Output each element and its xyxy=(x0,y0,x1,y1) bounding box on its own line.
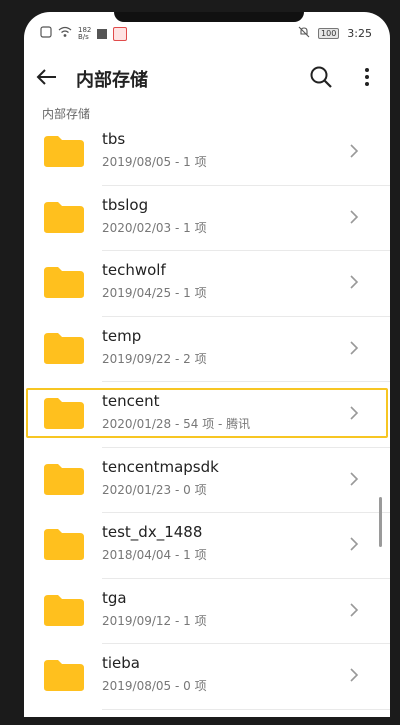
chevron-right-icon xyxy=(348,404,360,422)
clock: 3:25 xyxy=(347,27,372,40)
folder-name: tbs xyxy=(102,130,126,148)
folder-meta: 2019/04/25 - 1 项 xyxy=(102,286,207,300)
list-item[interactable]: temp 2019/09/22 - 2 项 xyxy=(24,317,390,382)
folder-icon xyxy=(42,265,86,299)
folder-icon xyxy=(42,331,86,365)
folder-icon xyxy=(42,200,86,234)
sim-icon xyxy=(40,26,52,41)
list-item[interactable]: tencent 2020/01/28 - 54 项 - 腾讯 xyxy=(24,382,390,448)
folder-name: techwolf xyxy=(102,261,166,279)
folder-meta: 2019/08/05 - 0 项 xyxy=(102,679,207,693)
search-icon[interactable] xyxy=(308,64,334,90)
folder-meta: 2020/01/23 - 0 项 xyxy=(102,482,207,497)
folder-meta: 2019/09/12 - 1 项 xyxy=(102,613,207,628)
folder-icon xyxy=(42,134,86,168)
folder-meta: 2019/09/22 - 2 项 xyxy=(102,351,207,366)
list-item[interactable]: tbslog 2020/02/03 - 1 项 xyxy=(24,186,390,251)
wifi-icon xyxy=(58,26,72,41)
back-arrow-icon[interactable] xyxy=(34,64,60,90)
status-right: 100 3:25 xyxy=(298,26,372,41)
app-notification-icon xyxy=(113,26,128,41)
chevron-right-icon xyxy=(348,339,360,357)
app-bar: 内部存储 xyxy=(24,52,390,104)
folder-meta: 2019/08/05 - 1 项 xyxy=(102,155,207,169)
list-item[interactable]: test_dx_1488 2018/04/04 - 1 项 xyxy=(24,513,390,579)
chevron-right-icon xyxy=(348,273,360,291)
divider xyxy=(102,708,390,710)
scrollbar[interactable] xyxy=(379,497,382,547)
notification-icon xyxy=(97,28,108,39)
list-item[interactable]: tga 2019/09/12 - 1 项 xyxy=(24,579,390,644)
folder-name: tencent xyxy=(102,392,160,410)
network-speed: 182 B/s xyxy=(78,26,91,41)
chevron-right-icon xyxy=(348,535,360,553)
folder-icon xyxy=(42,396,86,430)
list-item[interactable]: tieba 2019/08/05 - 0 项 xyxy=(24,644,390,710)
status-bar: 182 B/s 100 3:25 xyxy=(24,22,390,50)
folder-meta: 2020/01/28 - 54 项 - 腾讯 xyxy=(102,417,251,431)
page-title: 内部存储 xyxy=(76,70,148,91)
folder-icon xyxy=(42,527,86,561)
camera-notch xyxy=(114,12,304,22)
chevron-right-icon xyxy=(348,601,360,619)
list-item[interactable]: tencentmapsdk 2020/01/23 - 0 项 xyxy=(24,448,390,513)
network-speed-unit: B/s xyxy=(78,32,89,41)
folder-name: temp xyxy=(102,326,142,345)
phone-frame: 182 B/s 100 3:25 内部存储 内部存储 tbs 2019/08/0… xyxy=(0,0,400,725)
more-options-icon[interactable] xyxy=(360,66,374,88)
folder-icon xyxy=(42,462,86,496)
folder-name: tbslog xyxy=(102,195,149,214)
screen: 182 B/s 100 3:25 内部存储 内部存储 tbs 2019/08/0… xyxy=(24,12,390,717)
folder-list: tbs 2019/08/05 - 1 项 tbslog 2020/02/03 - 1 … xyxy=(24,120,390,710)
chevron-right-icon xyxy=(348,142,360,160)
status-left: 182 B/s xyxy=(40,26,128,41)
folder-icon xyxy=(42,593,86,627)
chevron-right-icon xyxy=(348,470,360,488)
folder-meta: 2020/02/03 - 1 项 xyxy=(102,220,207,235)
chevron-right-icon xyxy=(348,208,360,226)
mute-icon xyxy=(298,26,310,41)
battery-icon: 100 xyxy=(318,28,340,39)
folder-name: tga xyxy=(102,588,127,607)
folder-name: test_dx_1488 xyxy=(102,523,203,541)
chevron-right-icon xyxy=(348,666,360,684)
folder-name: tencentmapsdk xyxy=(102,457,219,476)
folder-name: tieba xyxy=(102,654,140,672)
list-item[interactable]: techwolf 2019/04/25 - 1 项 xyxy=(24,251,390,317)
folder-meta: 2018/04/04 - 1 项 xyxy=(102,548,207,562)
folder-icon xyxy=(42,658,86,692)
list-item[interactable]: tbs 2019/08/05 - 1 项 xyxy=(24,120,390,186)
